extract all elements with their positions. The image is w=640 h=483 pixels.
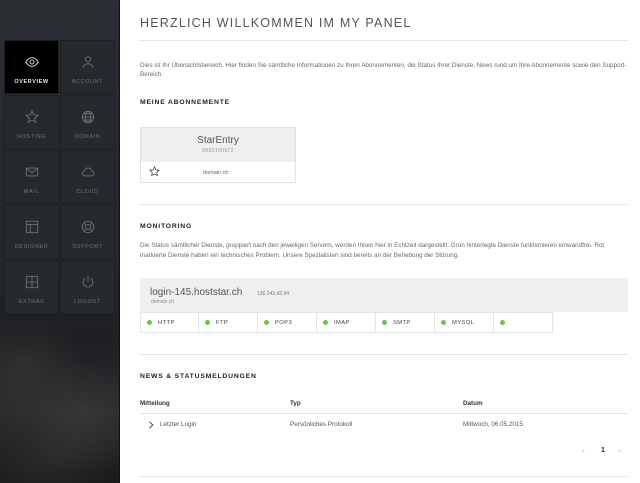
eye-icon	[24, 57, 39, 67]
status-ok-indicator	[500, 320, 505, 325]
monitoring-heading: MONITORING	[140, 223, 193, 230]
power-icon	[82, 276, 93, 288]
star-icon	[24, 110, 39, 124]
monitoring-description: Die Status sämtlicher Dienste, gruppiert…	[140, 242, 605, 259]
service-status-smtp: SMTP	[376, 312, 435, 333]
service-status-list: HTTP FTP POP3 IMAP SMTP MYSQL	[140, 312, 553, 333]
next-page-button[interactable]: ›	[618, 446, 621, 455]
server-ip: 136.243.42.94	[257, 291, 289, 297]
sidebar-item-label: SUPPORT	[72, 244, 103, 250]
news-date: Mittwoch, 06.05.2015	[463, 421, 523, 428]
sidebar-item-domain[interactable]: DOMAIN	[60, 95, 115, 149]
main-content: HERZLICH WILLKOMMEN IM MY PANEL Dies ist…	[138, 0, 628, 483]
sidebar-item-label: MAIL	[23, 189, 40, 195]
lifebuoy-icon	[81, 220, 94, 234]
divider	[138, 476, 628, 477]
sidebar-item-support[interactable]: SUPPORT	[60, 205, 115, 259]
subscription-number: 9900100972	[202, 148, 234, 154]
sidebar-item-label: OVERVIEW	[14, 79, 49, 85]
user-icon	[82, 56, 93, 69]
sidebar-item-designer[interactable]: DESIGNER	[4, 205, 59, 259]
star-icon[interactable]	[149, 166, 160, 177]
column-header-type: Typ	[290, 400, 301, 407]
sidebar-item-label: EXTRAS	[18, 299, 45, 305]
layout-icon	[25, 220, 38, 234]
subscription-card[interactable]: StarEntry 9900100972 domain.ch	[140, 127, 296, 183]
subscription-card-footer: domain.ch	[141, 162, 295, 184]
sidebar-item-logout[interactable]: LOGOUT	[60, 260, 115, 314]
status-ok-indicator	[147, 320, 152, 325]
subscription-domain: domain.ch	[203, 170, 229, 176]
pagination: ‹ 1 ›	[578, 446, 628, 458]
sidebar-item-label: HOSTING	[16, 134, 47, 140]
sidebar-item-label: DOMAIN	[74, 134, 101, 140]
server-panel: login-145.hoststar.ch 136.243.42.94 doma…	[140, 278, 628, 312]
news-type: Persönliches Protokoll	[290, 421, 353, 428]
status-ok-indicator	[205, 320, 210, 325]
service-label: POP3	[275, 319, 293, 326]
server-name: login-145.hoststar.ch	[150, 287, 243, 298]
sidebar-item-label: LOGOUT	[74, 299, 101, 305]
status-ok-indicator	[441, 320, 446, 325]
service-status-pop3: POP3	[258, 312, 317, 333]
sidebar-item-label: ACCOUNT	[71, 79, 104, 85]
column-header-date: Datum	[463, 400, 483, 407]
service-status-ftp: FTP	[199, 312, 258, 333]
divider	[138, 40, 628, 41]
current-page[interactable]: 1	[601, 447, 605, 454]
service-status-imap: IMAP	[317, 312, 376, 333]
service-label: MYSQL	[452, 319, 475, 326]
service-status-extra	[494, 312, 553, 333]
sidebar: OVERVIEW ACCOUNT HOSTING DOMAIN MAIL CLO…	[0, 0, 120, 483]
service-label: HTTP	[158, 319, 175, 326]
subscription-card-header: StarEntry 9900100972	[141, 128, 295, 162]
sidebar-item-extras[interactable]: EXTRAS	[4, 260, 59, 314]
sidebar-item-hosting[interactable]: HOSTING	[4, 95, 59, 149]
mail-icon	[25, 167, 38, 177]
prev-page-button[interactable]: ‹	[582, 446, 585, 455]
page-title: HERZLICH WILLKOMMEN IM MY PANEL	[140, 16, 412, 30]
status-ok-indicator	[264, 320, 269, 325]
service-status-http: HTTP	[140, 312, 199, 333]
globe-icon	[81, 110, 94, 124]
sidebar-nav: OVERVIEW ACCOUNT HOSTING DOMAIN MAIL CLO…	[4, 40, 116, 314]
sidebar-item-label: DESIGNER	[14, 244, 49, 250]
service-label: IMAP	[334, 319, 350, 326]
sidebar-item-label: CLOUD	[76, 189, 99, 195]
sidebar-item-account[interactable]: ACCOUNT	[60, 40, 115, 94]
subscriptions-heading: MEINE ABONNEMENTE	[140, 99, 231, 106]
sidebar-item-cloud[interactable]: CLOUD	[60, 150, 115, 204]
status-ok-indicator	[323, 320, 328, 325]
column-header-message: Mitteilung	[140, 400, 170, 407]
divider	[138, 204, 628, 205]
news-message: Letzter Login	[160, 421, 197, 428]
service-status-mysql: MYSQL	[435, 312, 494, 333]
service-label: FTP	[216, 319, 229, 326]
sidebar-item-mail[interactable]: MAIL	[4, 150, 59, 204]
chevron-right-icon[interactable]	[148, 421, 154, 429]
service-label: SMTP	[393, 319, 411, 326]
news-table-header: Mitteilung Typ Datum	[140, 400, 628, 414]
news-heading: NEWS & STATUSMELDUNGEN	[140, 373, 257, 380]
status-ok-indicator	[382, 320, 387, 325]
subscription-name: StarEntry	[197, 135, 239, 146]
plus-square-icon	[25, 275, 38, 289]
cloud-icon	[81, 167, 95, 177]
divider	[138, 354, 628, 355]
sidebar-item-overview[interactable]: OVERVIEW	[4, 40, 59, 94]
table-row[interactable]: Letzter Login Persönliches Protokoll Mit…	[140, 421, 628, 435]
intro-text: Dies ist Ihr Übersichtsbereich. Hier fin…	[140, 62, 627, 78]
server-domain: domain.ch	[151, 299, 175, 305]
